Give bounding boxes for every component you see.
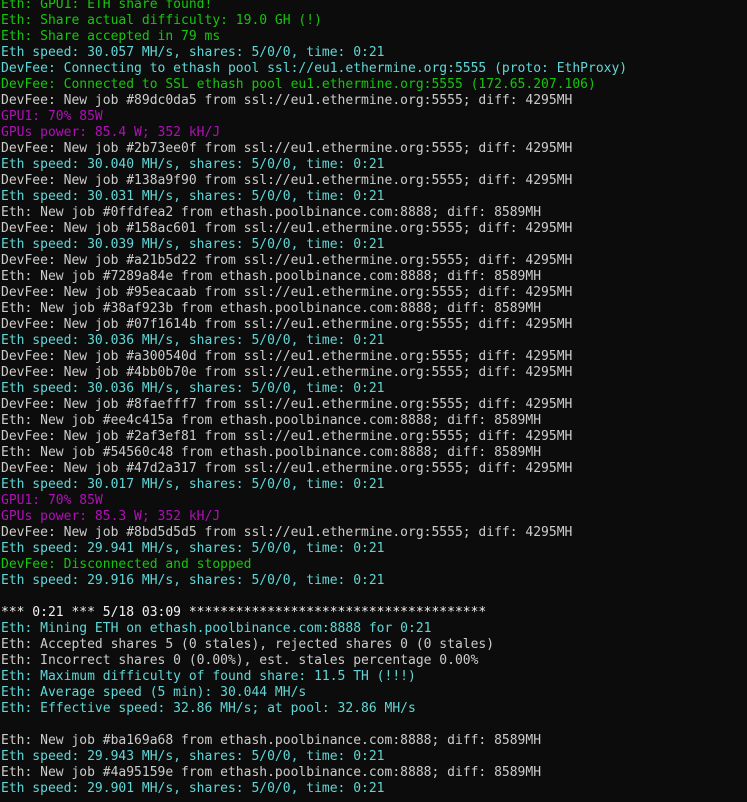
log-line: Eth: Incorrect shares 0 (0.00%), est. st… <box>1 653 479 668</box>
log-line: GPUs power: 85.4 W; 352 kH/J <box>1 125 221 140</box>
log-line: DevFee: Connecting to ethash pool ssl://… <box>1 61 628 76</box>
log-line: Eth: New job #7289a84e from ethash.poolb… <box>1 269 542 284</box>
log-line: Eth speed: 30.040 MH/s, shares: 5/0/0, t… <box>1 157 385 172</box>
log-line: Eth: Share accepted in 79 ms <box>1 29 221 44</box>
log-line: Eth speed: 30.017 MH/s, shares: 5/0/0, t… <box>1 477 385 492</box>
log-line: DevFee: New job #2b73ee0f from ssl://eu1… <box>1 141 573 156</box>
log-line: Eth: New job #4a95159e from ethash.poolb… <box>1 765 542 780</box>
log-line: DevFee: New job #07f1614b from ssl://eu1… <box>1 317 573 332</box>
log-line: Eth speed: 29.901 MH/s, shares: 5/0/0, t… <box>1 781 385 796</box>
log-line: DevFee: New job #89dc0da5 from ssl://eu1… <box>1 93 573 108</box>
log-line: DevFee: New job #47d2a317 from ssl://eu1… <box>1 461 573 476</box>
log-line: Eth: New job #0ffdfea2 from ethash.poolb… <box>1 205 542 220</box>
log-line: DevFee: New job #4bb0b70e from ssl://eu1… <box>1 365 573 380</box>
log-line: DevFee: New job #95eacaab from ssl://eu1… <box>1 285 573 300</box>
log-line: Eth: GPU1: ETH share found! <box>1 0 213 12</box>
log-line: Eth speed: 29.916 MH/s, shares: 5/0/0, t… <box>1 573 385 588</box>
log-line: Eth: Average speed (5 min): 30.044 MH/s <box>1 685 307 700</box>
log-line: Eth: Share actual difficulty: 19.0 GH (!… <box>1 13 322 28</box>
log-line: Eth: New job #38af923b from ethash.poolb… <box>1 301 542 316</box>
log-line: Eth: Accepted shares 5 (0 stales), rejec… <box>1 637 495 652</box>
log-line: Eth speed: 30.057 MH/s, shares: 5/0/0, t… <box>1 45 385 60</box>
log-line: Eth speed: 30.036 MH/s, shares: 5/0/0, t… <box>1 333 385 348</box>
log-line: DevFee: Connected to SSL ethash pool eu1… <box>1 77 596 92</box>
log-line: Eth speed: 29.943 MH/s, shares: 5/0/0, t… <box>1 749 385 764</box>
log-line: Eth: Mining ETH on ethash.poolbinance.co… <box>1 621 432 636</box>
log-line: Eth speed: 29.941 MH/s, shares: 5/0/0, t… <box>1 541 385 556</box>
log-line: DevFee: New job #158ac601 from ssl://eu1… <box>1 221 573 236</box>
log-line: Eth: New job #ee4c415a from ethash.poolb… <box>1 413 542 428</box>
log-line: GPUs power: 85.3 W; 352 kH/J <box>1 509 221 524</box>
log-line: Eth: New job #ba169a68 from ethash.poolb… <box>1 733 542 748</box>
log-line: Eth speed: 30.031 MH/s, shares: 5/0/0, t… <box>1 189 385 204</box>
log-line: Eth speed: 30.039 MH/s, shares: 5/0/0, t… <box>1 237 385 252</box>
log-line: DevFee: New job #a300540d from ssl://eu1… <box>1 349 573 364</box>
log-line: Eth speed: 30.036 MH/s, shares: 5/0/0, t… <box>1 381 385 396</box>
log-line: DevFee: Disconnected and stopped <box>1 557 252 572</box>
log-line: Eth: Maximum difficulty of found share: … <box>1 669 416 684</box>
log-line: DevFee: New job #8faefff7 from ssl://eu1… <box>1 397 573 412</box>
log-line: GPU1: 70% 85W <box>1 493 103 508</box>
log-line: DevFee: New job #8bd5d5d5 from ssl://eu1… <box>1 525 573 540</box>
log-line: DevFee: New job #2af3ef81 from ssl://eu1… <box>1 429 573 444</box>
log-line: GPU1: 70% 85W <box>1 109 103 124</box>
terminal-output[interactable]: Eth: GPU1: ETH share found! Eth: Share ac… <box>0 0 747 802</box>
log-line: DevFee: New job #138a9f90 from ssl://eu1… <box>1 173 573 188</box>
log-line: Eth: Effective speed: 32.86 MH/s; at poo… <box>1 701 416 716</box>
log-line: DevFee: New job #a21b5d22 from ssl://eu1… <box>1 253 573 268</box>
log-line: Eth: New job #54560c48 from ethash.poolb… <box>1 445 542 460</box>
log-line: *** 0:21 *** 5/18 03:09 ****************… <box>1 605 487 620</box>
